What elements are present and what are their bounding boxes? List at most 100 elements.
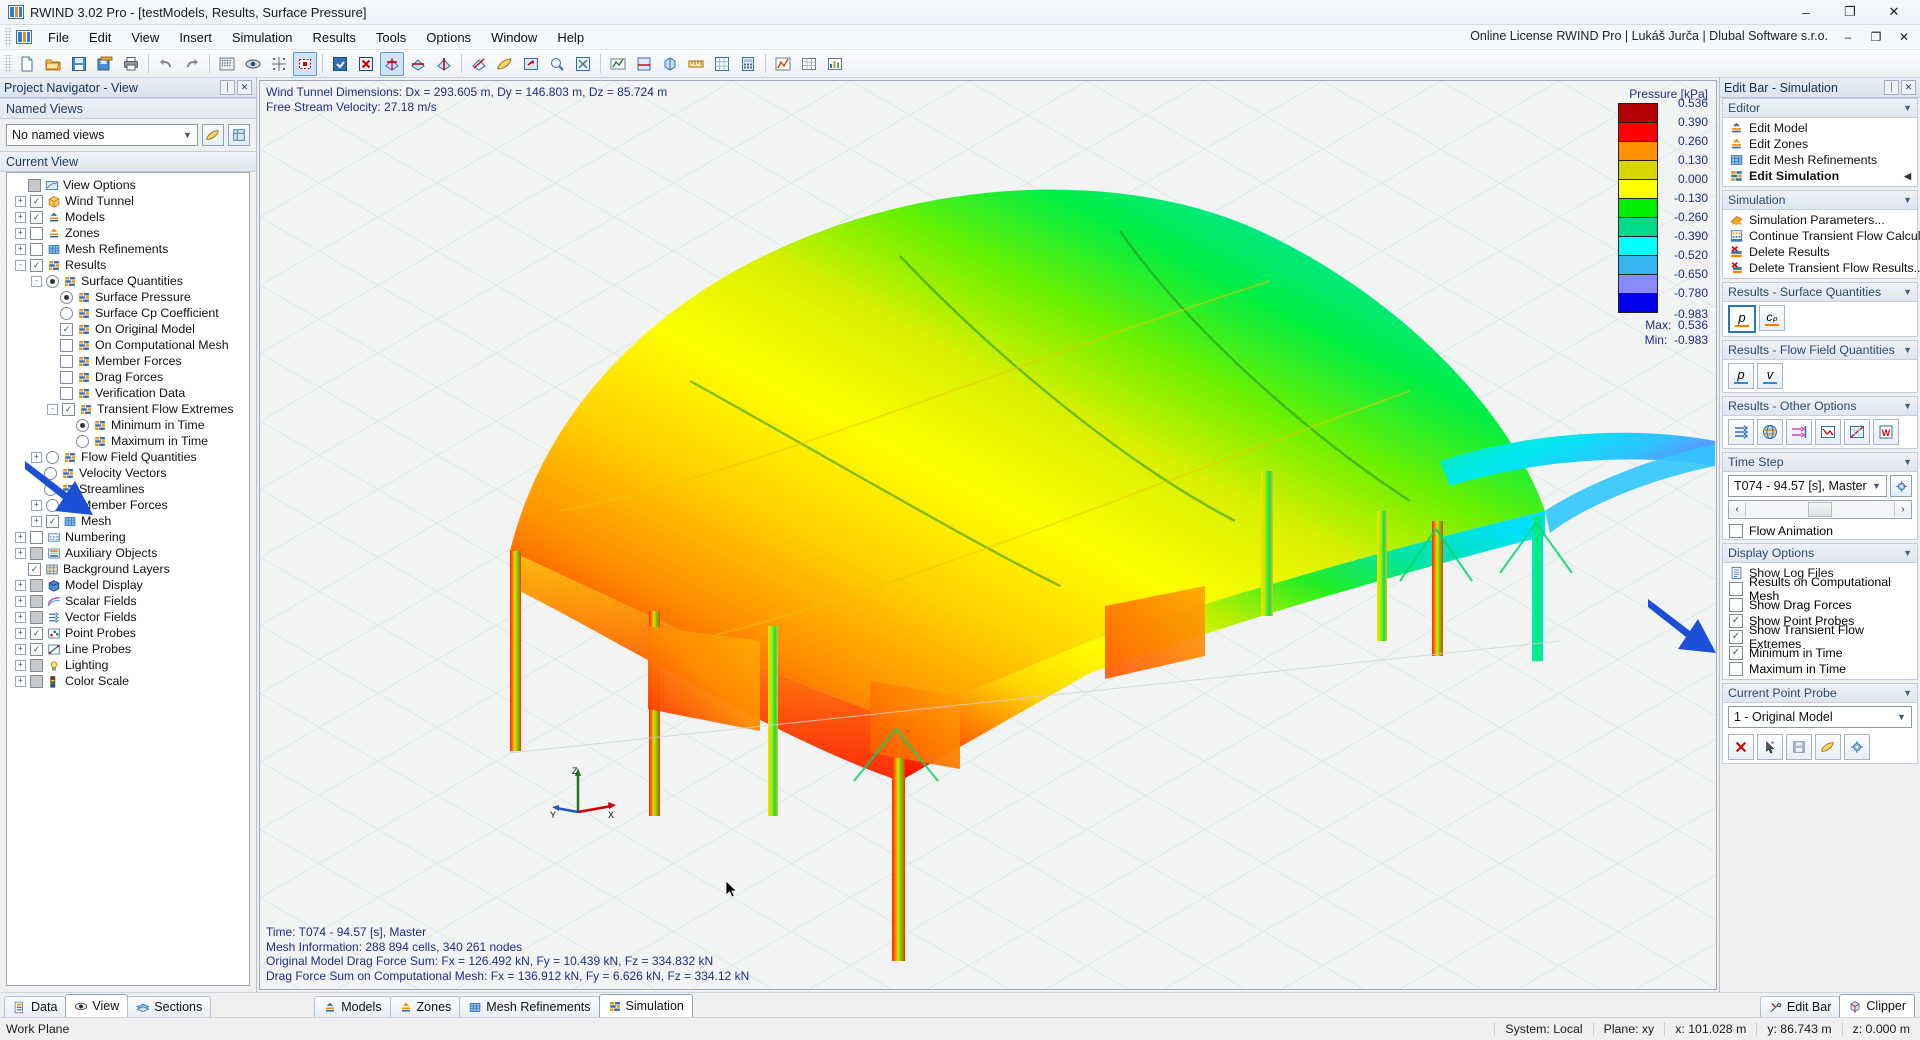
tree-item-auxiliary-objects[interactable]: + Auxiliary Objects bbox=[9, 545, 247, 561]
rotate-x-icon[interactable] bbox=[380, 51, 404, 76]
edit-model-item[interactable]: Edit Model bbox=[1723, 120, 1917, 136]
document-minimize-button[interactable]: – bbox=[1834, 25, 1862, 49]
select-region-icon[interactable] bbox=[293, 51, 317, 76]
tree-checkbox[interactable] bbox=[30, 610, 43, 624]
expand-icon[interactable]: + bbox=[15, 579, 26, 591]
menu-edit[interactable]: Edit bbox=[79, 26, 121, 49]
edit-zones-item[interactable]: Edit Zones bbox=[1723, 136, 1917, 152]
pick-probe-icon[interactable] bbox=[1757, 734, 1783, 760]
menu-insert[interactable]: Insert bbox=[169, 26, 222, 49]
tree-item-scalar-fields[interactable]: + Scalar Fields bbox=[9, 593, 247, 609]
menu-options[interactable]: Options bbox=[416, 26, 481, 49]
continue-transient-flow-item[interactable]: Continue Transient Flow Calculat... bbox=[1723, 228, 1920, 244]
delete-transient-results-item[interactable]: Delete Transient Flow Results... bbox=[1723, 260, 1920, 276]
flow-lines-icon[interactable] bbox=[1786, 419, 1812, 445]
expand-icon[interactable]: + bbox=[15, 547, 26, 559]
checkbox[interactable]: ✓ bbox=[1729, 630, 1743, 644]
shade-icon[interactable] bbox=[493, 52, 517, 76]
delete-probe-icon[interactable] bbox=[1728, 734, 1754, 760]
edit-simulation-item[interactable]: Edit Simulation ◀ bbox=[1723, 168, 1917, 184]
flow-animation-row[interactable]: Flow Animation bbox=[1723, 523, 1917, 539]
tree-item-color-scale[interactable]: + Color Scale bbox=[9, 673, 247, 689]
calc-icon[interactable] bbox=[736, 52, 760, 76]
menu-help[interactable]: Help bbox=[547, 26, 594, 49]
save-probe-icon[interactable] bbox=[1786, 734, 1812, 760]
tree-checkbox[interactable] bbox=[30, 674, 43, 688]
editbar-pin-button[interactable]: ⏐ bbox=[1884, 80, 1899, 95]
tree-item-mesh-refinements[interactable]: + Mesh Refinements bbox=[9, 241, 247, 257]
display-options-header[interactable]: Display Options ▼ bbox=[1723, 544, 1917, 563]
snap-grid-icon[interactable] bbox=[267, 52, 291, 76]
render-icon[interactable] bbox=[215, 52, 239, 76]
menu-window[interactable]: Window bbox=[481, 26, 547, 49]
menu-results[interactable]: Results bbox=[303, 26, 366, 49]
menu-grip-handle[interactable] bbox=[4, 28, 12, 46]
flow-pressure-button[interactable]: p bbox=[1728, 363, 1754, 389]
menu-simulation[interactable]: Simulation bbox=[222, 26, 303, 49]
table-icon[interactable] bbox=[797, 52, 821, 76]
tree-item-lighting[interactable]: + Lighting bbox=[9, 657, 247, 673]
tree-radio[interactable] bbox=[46, 274, 59, 288]
display-option-maximum-in-time[interactable]: Maximum in Time bbox=[1723, 661, 1917, 677]
window-close-button[interactable]: ✕ bbox=[1872, 0, 1916, 24]
time-step-prev-button[interactable]: ‹ bbox=[1729, 502, 1746, 517]
expand-icon[interactable]: + bbox=[15, 675, 26, 687]
tree-item-surface-quantities[interactable]: - Surface Quantities bbox=[9, 273, 247, 289]
tree-item-wind-tunnel[interactable]: + ✓ Wind Tunnel bbox=[9, 193, 247, 209]
undo-icon[interactable] bbox=[154, 52, 178, 76]
measure-icon[interactable] bbox=[684, 52, 708, 76]
tab-clipper[interactable]: Clipper bbox=[1839, 994, 1915, 1017]
checkbox[interactable]: ✓ bbox=[1729, 646, 1743, 660]
expand-icon[interactable]: + bbox=[15, 595, 26, 607]
tree-item-results[interactable]: - ✓ Results bbox=[9, 257, 247, 273]
tree-item-surface-pressure[interactable]: Surface Pressure bbox=[9, 289, 247, 305]
tree-item-drag-forces[interactable]: Drag Forces bbox=[9, 369, 247, 385]
manage-views-button[interactable] bbox=[228, 124, 250, 146]
tree-checkbox[interactable]: ✓ bbox=[62, 402, 75, 416]
redo-icon[interactable] bbox=[180, 52, 204, 76]
tab-sections[interactable]: Sections bbox=[127, 996, 212, 1017]
editbar-close-button[interactable]: ✕ bbox=[1901, 80, 1916, 95]
tree-radio[interactable] bbox=[76, 434, 89, 448]
flow-velocity-button[interactable]: v bbox=[1757, 363, 1783, 389]
results-other-options-header[interactable]: Results - Other Options ▼ bbox=[1723, 397, 1917, 416]
time-step-next-button[interactable]: › bbox=[1894, 502, 1911, 517]
menu-tools[interactable]: Tools bbox=[366, 26, 416, 49]
current-point-probe-header[interactable]: Current Point Probe ▼ bbox=[1723, 684, 1917, 703]
navigator-pin-button[interactable]: ⏐ bbox=[220, 80, 235, 95]
tree-item-line-probes[interactable]: + ✓ Line Probes bbox=[9, 641, 247, 657]
tree-checkbox[interactable]: ✓ bbox=[30, 626, 43, 640]
point-probe-combo[interactable]: 1 - Original Model ▼ bbox=[1728, 706, 1912, 728]
expand-icon[interactable]: + bbox=[15, 531, 26, 543]
expand-icon[interactable]: + bbox=[15, 195, 26, 207]
expand-icon[interactable]: + bbox=[15, 611, 26, 623]
save-all-icon[interactable] bbox=[93, 52, 117, 76]
tree-radio[interactable] bbox=[76, 418, 89, 432]
time-step-scroll-thumb[interactable] bbox=[1808, 502, 1832, 517]
display-option-results-on-computational-mesh[interactable]: Results on Computational Mesh bbox=[1723, 575, 1917, 603]
tree-checkbox[interactable] bbox=[28, 178, 41, 192]
window-minimize-button[interactable]: – bbox=[1784, 0, 1828, 24]
tree-radio[interactable] bbox=[60, 306, 73, 320]
document-close-button[interactable]: ✕ bbox=[1890, 25, 1918, 49]
rotate-z-icon[interactable] bbox=[432, 52, 456, 76]
chart-icon[interactable] bbox=[823, 52, 847, 76]
save-view-button[interactable] bbox=[202, 124, 224, 146]
menu-file[interactable]: File bbox=[38, 26, 79, 49]
menu-view[interactable]: View bbox=[121, 26, 169, 49]
expand-icon[interactable]: + bbox=[15, 627, 26, 639]
section-icon[interactable] bbox=[632, 52, 656, 76]
navigator-close-button[interactable]: ✕ bbox=[237, 80, 252, 95]
zone-box-icon[interactable] bbox=[328, 52, 352, 76]
edit-mesh-refinements-item[interactable]: Edit Mesh Refinements bbox=[1723, 152, 1917, 168]
collapse-icon[interactable]: - bbox=[15, 259, 26, 271]
probe-icon[interactable] bbox=[606, 52, 630, 76]
flow-animation-checkbox[interactable] bbox=[1729, 524, 1743, 538]
tree-checkbox[interactable] bbox=[30, 578, 43, 592]
time-step-scrollbar[interactable]: ‹ › bbox=[1728, 500, 1912, 519]
view-options-tree[interactable]: View Options + ✓ Wind Tunnel + ✓ Models + Zones +… bbox=[6, 172, 250, 986]
settings-probe-icon[interactable] bbox=[1844, 734, 1870, 760]
tree-item-model-display[interactable]: + Model Display bbox=[9, 577, 247, 593]
window-maximize-button[interactable]: ❐ bbox=[1828, 0, 1872, 24]
tab-mesh-refinements[interactable]: Mesh Refinements bbox=[459, 996, 600, 1017]
